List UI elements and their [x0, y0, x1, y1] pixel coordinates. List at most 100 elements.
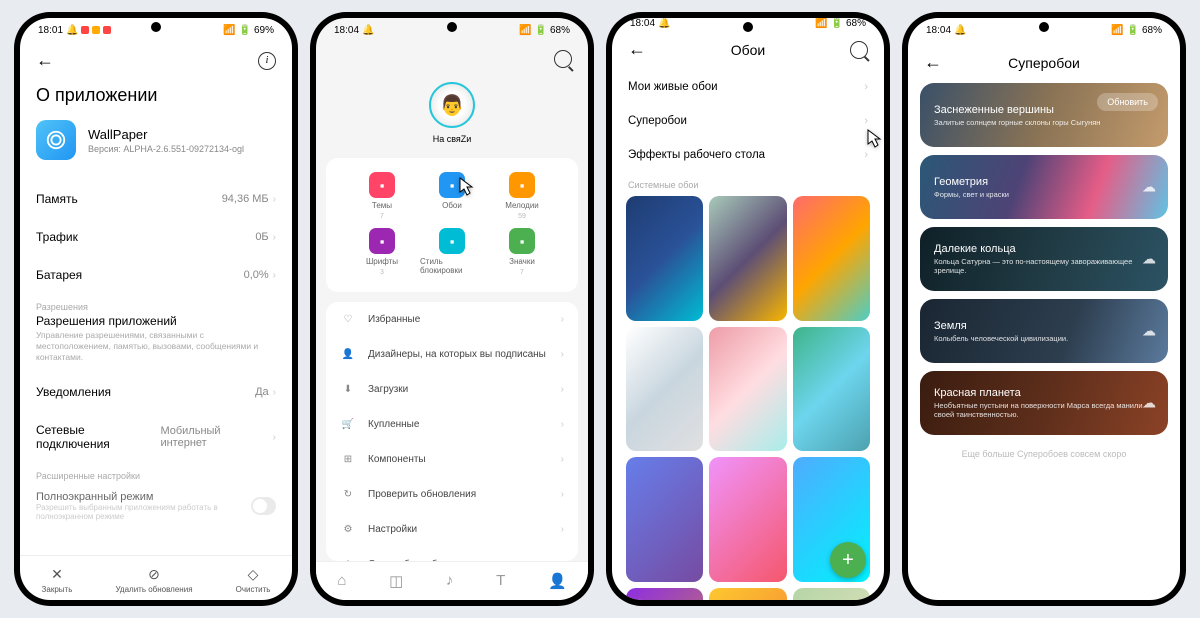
close-icon: ✕ — [51, 566, 63, 583]
close-action[interactable]: ✕Закрыть — [42, 566, 73, 594]
bell-icon: 🔔 — [362, 25, 374, 36]
chevron-right-icon: › — [561, 454, 564, 465]
superwallpaper-card[interactable]: Геометрия Формы, свет и краски ☁ — [920, 155, 1168, 219]
back-button[interactable]: ← — [36, 50, 54, 71]
list-item[interactable]: Эффекты рабочего стола › — [612, 138, 884, 172]
category-item[interactable]: ▪ Темы 7 — [350, 172, 414, 220]
search-icon[interactable] — [850, 41, 868, 59]
notif-icon — [92, 26, 100, 34]
info-icon[interactable]: i — [258, 52, 276, 70]
category-item[interactable]: ▪ Мелодии 59 — [490, 172, 554, 220]
cloud-download-icon[interactable]: ☁ — [1142, 395, 1156, 412]
wallpaper-categories: Мои живые обои › Суперобои › Эффекты раб… — [612, 70, 884, 172]
bell-icon: 🔔 — [658, 18, 670, 29]
superwallpaper-cards: Заснеженные вершины Залитые солнцем горн… — [908, 83, 1180, 435]
list-label: Эффекты рабочего стола — [628, 149, 765, 161]
action-label: Удалить обновления — [115, 585, 192, 594]
update-button[interactable]: Обновить — [1097, 93, 1158, 111]
menu-item[interactable]: ⚙ Настройки › — [326, 512, 578, 547]
wallpaper-grid — [612, 196, 884, 600]
wallpaper-thumb[interactable] — [709, 196, 786, 321]
wallpaper-thumb[interactable] — [709, 457, 786, 582]
superwallpaper-card[interactable]: Красная планета Необъятные пустыни на по… — [920, 371, 1168, 435]
back-button[interactable]: ← — [628, 39, 646, 60]
chevron-right-icon: › — [561, 419, 564, 430]
cloud-download-icon[interactable]: ☁ — [1142, 179, 1156, 196]
advanced-section: Расширенные настройки — [20, 463, 292, 483]
uninstall-updates-action[interactable]: ⊘Удалить обновления — [115, 566, 192, 594]
category-item[interactable]: ▪ Обои — [420, 172, 484, 220]
search-icon[interactable] — [554, 50, 572, 68]
category-count: 7 — [380, 213, 384, 220]
nav-home-icon[interactable]: ⌂ — [337, 572, 346, 590]
nav-explore-icon[interactable]: ◫ — [389, 572, 403, 590]
back-button[interactable]: ← — [924, 52, 942, 73]
page-title: О приложении — [20, 79, 292, 120]
menu-list: ♡ Избранные › 👤 Дизайнеры, на которых вы… — [326, 302, 578, 561]
menu-icon: 🛒 — [340, 419, 356, 430]
category-icon: ▪ — [369, 172, 395, 198]
add-wallpaper-fab[interactable]: + — [830, 542, 866, 578]
category-item[interactable]: ▪ Шрифты 3 — [350, 228, 414, 278]
superwallpaper-card[interactable]: Заснеженные вершины Залитые солнцем горн… — [920, 83, 1168, 147]
superwallpaper-card[interactable]: Земля Колыбель человеческой цивилизации.… — [920, 299, 1168, 363]
nav-font-icon[interactable]: T — [496, 572, 505, 590]
avatar-block[interactable]: 👨 На свяZи — [316, 76, 588, 158]
list-label: Суперобои — [628, 115, 687, 127]
menu-item[interactable]: ♡ Избранные › — [326, 302, 578, 337]
chevron-right-icon: › — [273, 232, 276, 243]
category-item[interactable]: ▪ Стиль блокировки — [420, 228, 484, 278]
wallpaper-thumb[interactable] — [709, 327, 786, 452]
phone-2: 18:04 🔔 📶🔋68% 👨 На свяZи ▪ Темы 7 ▪ Обои… — [310, 12, 594, 606]
category-label: Стиль блокировки — [420, 257, 484, 275]
network-row[interactable]: Сетевые подключения Мобильный интернет › — [20, 411, 292, 463]
nav-ringtone-icon[interactable]: ♪ — [446, 572, 454, 590]
avatar: 👨 — [429, 82, 475, 128]
wallpaper-thumb[interactable] — [793, 588, 870, 600]
header: ← Обои — [612, 29, 884, 70]
wallpaper-thumb[interactable] — [793, 196, 870, 321]
menu-icon: ♡ — [340, 314, 356, 325]
menu-item[interactable]: ⚠ Отчет об ошибке › — [326, 547, 578, 561]
signal-icon: 📶 — [223, 25, 235, 36]
menu-item[interactable]: ⊞ Компоненты › — [326, 442, 578, 477]
wallpaper-thumb[interactable] — [626, 588, 703, 600]
menu-item[interactable]: 👤 Дизайнеры, на которых вы подписаны › — [326, 337, 578, 372]
category-item[interactable]: ▪ Значки 7 — [490, 228, 554, 278]
category-count: 3 — [380, 269, 384, 276]
stat-value: 94,36 МБ — [222, 193, 269, 205]
wallpaper-thumb[interactable] — [709, 588, 786, 600]
stat-row[interactable]: Батарея 0,0% › — [20, 256, 292, 294]
cloud-download-icon[interactable]: ☁ — [1142, 251, 1156, 268]
stat-row[interactable]: Память 94,36 МБ › — [20, 180, 292, 218]
menu-item[interactable]: 🛒 Купленные › — [326, 407, 578, 442]
menu-label: Компоненты — [368, 454, 426, 465]
menu-item[interactable]: ↻ Проверить обновления › — [326, 477, 578, 512]
wallpaper-thumb[interactable] — [626, 327, 703, 452]
status-time: 18:01 — [38, 25, 63, 36]
nav-profile-icon[interactable]: 👤 — [548, 572, 567, 590]
fullscreen-row[interactable]: Полноэкранный режим Разрешить выбранным … — [20, 483, 292, 529]
menu-icon: 👤 — [340, 349, 356, 360]
menu-item[interactable]: ⬇ Загрузки › — [326, 372, 578, 407]
wallpaper-thumb[interactable] — [793, 327, 870, 452]
list-item[interactable]: Мои живые обои › — [612, 70, 884, 104]
superwallpaper-card[interactable]: Далекие кольца Кольца Сатурна — это по-н… — [920, 227, 1168, 291]
list-item[interactable]: Суперобои › — [612, 104, 884, 138]
stat-row[interactable]: Трафик 0Б › — [20, 218, 292, 256]
stat-value: 0Б — [255, 231, 268, 243]
category-label: Шрифты — [366, 257, 398, 266]
category-label: Темы — [372, 201, 392, 210]
wallpaper-thumb[interactable] — [626, 196, 703, 321]
notifications-row[interactable]: Уведомления Да › — [20, 373, 292, 411]
cloud-download-icon[interactable]: ☁ — [1142, 323, 1156, 340]
permissions-title[interactable]: Разрешения приложений — [20, 314, 292, 328]
bottom-actions: ✕Закрыть ⊘Удалить обновления ◇Очистить — [20, 555, 292, 600]
fullscreen-toggle[interactable] — [251, 497, 276, 515]
header: ← Суперобои — [908, 42, 1180, 83]
battery-icon: 🔋 — [1127, 25, 1139, 36]
clear-action[interactable]: ◇Очистить — [236, 566, 271, 594]
wallpaper-thumb[interactable] — [626, 457, 703, 582]
category-label: Обои — [442, 201, 462, 210]
app-version: Версия: ALPHA-2.6.551-09272134-ogl — [88, 144, 244, 154]
